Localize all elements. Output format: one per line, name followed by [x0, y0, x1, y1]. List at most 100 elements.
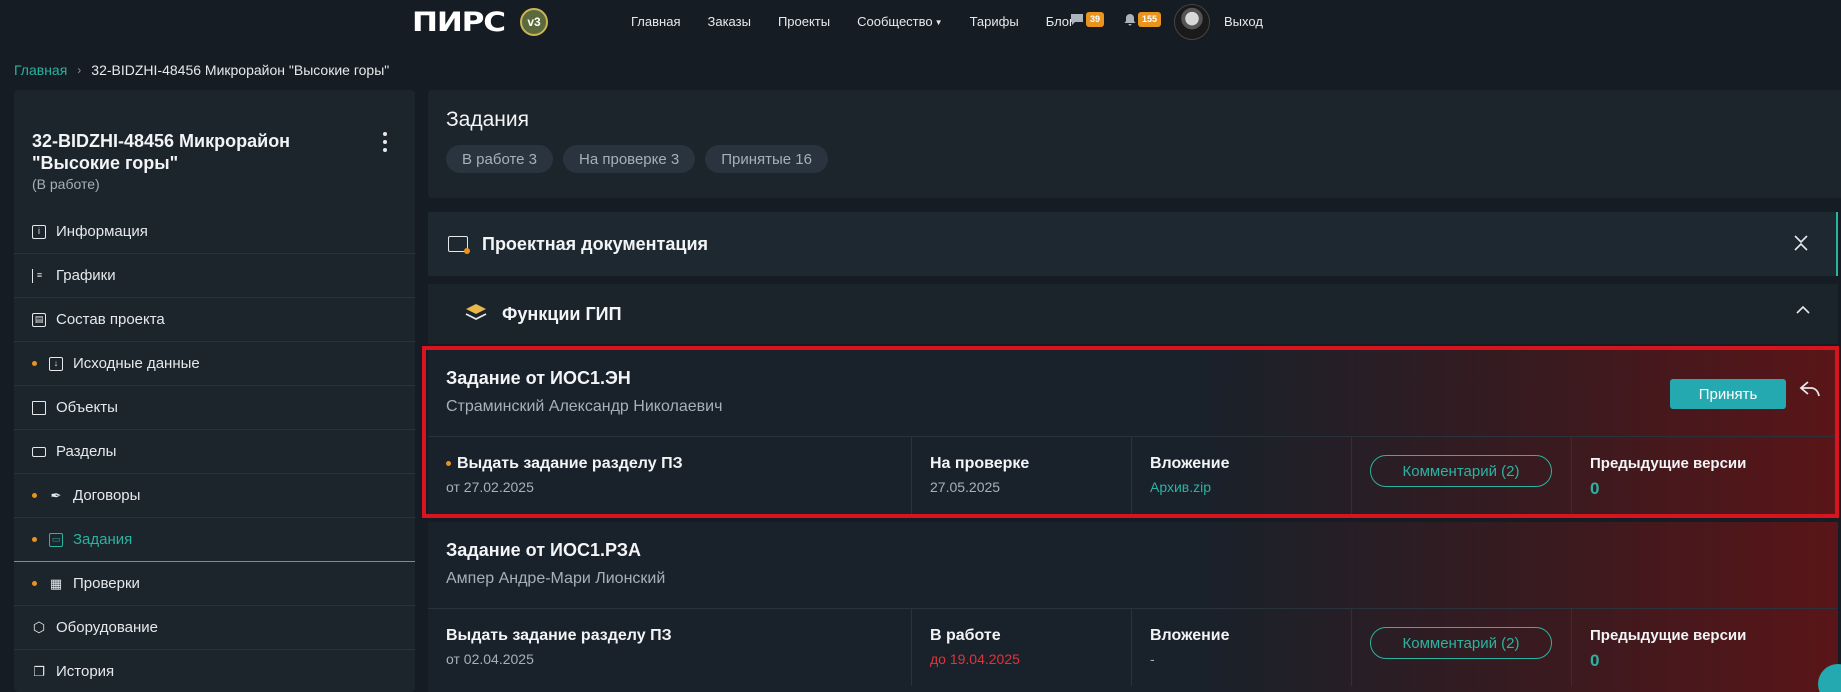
- sidebar-item-label: Графики: [56, 267, 116, 284]
- attachment-link[interactable]: Архив.zip: [1150, 479, 1211, 495]
- sidebar-item-checks[interactable]: ▦ Проверки: [14, 562, 415, 606]
- sidebar-item-tasks[interactable]: ▭ Задания: [14, 518, 415, 562]
- cube-icon: ⬡: [32, 619, 46, 635]
- stack-icon: [32, 400, 46, 415]
- sidebar-item-source-data[interactable]: ↓ Исходные данные: [14, 342, 415, 386]
- messages-button[interactable]: 39: [1070, 12, 1105, 27]
- task-name-label: Выдать задание разделу ПЗ: [457, 455, 683, 472]
- prev-versions-label: Предыдущие версии: [1590, 627, 1747, 644]
- status-label: На проверке: [930, 455, 1030, 472]
- sidebar-item-label: Проверки: [73, 575, 140, 592]
- tab-on-review[interactable]: На проверке 3: [563, 145, 696, 173]
- attachment-label: Вложение: [1150, 455, 1230, 472]
- sidebar-item-label: Объекты: [56, 399, 118, 416]
- task-name-cell: Выдать задание разделу ПЗ от 27.02.2025: [428, 437, 912, 514]
- status-dot: [32, 361, 37, 366]
- task-card: Задание от ИОС1.ЭН Страминский Александр…: [428, 350, 1838, 514]
- bell-icon: [1124, 14, 1136, 26]
- task-card: Задание от ИОС1.РЗА Ампер Андре-Мари Лио…: [428, 522, 1838, 692]
- logo[interactable]: ПИРС v3: [412, 6, 548, 38]
- status-dot: [32, 537, 37, 542]
- sidebar-item-charts[interactable]: ≡ Графики: [14, 254, 415, 298]
- status-cell: На проверке 27.05.2025: [912, 437, 1132, 514]
- sidebar-item-equipment[interactable]: ⬡ Оборудование: [14, 606, 415, 650]
- attachment-cell: Вложение -: [1132, 609, 1352, 686]
- collapse-icon[interactable]: [1792, 234, 1810, 254]
- task-tabs: В работе 3 На проверке 3 Принятые 16: [446, 145, 828, 173]
- tasks-header: Задания В работе 3 На проверке 3 Приняты…: [428, 90, 1841, 198]
- info-icon: i: [32, 224, 46, 239]
- status-dot: [32, 581, 37, 586]
- grid-icon: ▦: [49, 576, 63, 591]
- report-icon: ▤: [32, 312, 46, 327]
- page-title: Задания: [446, 108, 529, 131]
- more-vertical-icon[interactable]: [383, 132, 389, 152]
- tasks-icon: ▭: [49, 532, 63, 547]
- sidebar-menu: i Информация ≡ Графики ▤ Состав проекта …: [14, 210, 415, 692]
- task-name: Выдать задание разделу ПЗ: [446, 627, 672, 644]
- nav-link-projects[interactable]: Проекты: [778, 14, 830, 29]
- nav-link-community-label: Сообщество: [857, 13, 933, 29]
- status-dot: [446, 461, 451, 467]
- status-cell: В работе до 19.04.2025: [912, 609, 1132, 686]
- prev-versions-count[interactable]: 0: [1590, 479, 1599, 499]
- task-author: Ампер Андре-Мари Лионский: [446, 570, 666, 587]
- history-icon: ❐: [33, 664, 45, 679]
- attachment-label: Вложение: [1150, 627, 1230, 644]
- sidebar-item-label: Исходные данные: [73, 355, 200, 372]
- prev-versions-label: Предыдущие версии: [1590, 455, 1747, 472]
- nav-link-community[interactable]: Сообщество ▼: [857, 14, 942, 29]
- breadcrumb-home[interactable]: Главная: [14, 62, 67, 78]
- nav-links: Главная Заказы Проекты Сообщество ▼ Тариф…: [631, 0, 1101, 42]
- prev-versions-cell: Предыдущие версии 0: [1572, 609, 1838, 686]
- chevron-right-icon: ›: [77, 63, 82, 77]
- sidebar: 32-BIDZHI-48456 Микрорайон "Высокие горы…: [14, 90, 415, 692]
- section-gip-functions[interactable]: Функции ГИП: [428, 284, 1838, 344]
- sections-icon: [32, 446, 46, 457]
- folder-icon: [448, 236, 470, 254]
- notifications-count-badge: 155: [1138, 12, 1162, 27]
- task-date: от 02.04.2025: [446, 651, 534, 667]
- nav-link-orders[interactable]: Заказы: [707, 14, 750, 29]
- tab-in-progress[interactable]: В работе 3: [446, 145, 554, 173]
- tab-accepted[interactable]: Принятые 16: [705, 145, 828, 173]
- section-title: Функции ГИП: [502, 303, 622, 324]
- avatar[interactable]: [1174, 4, 1210, 40]
- logo-text: ПИРС: [412, 6, 506, 38]
- sidebar-item-label: Оборудование: [56, 619, 159, 636]
- task-title: Задание от ИОС1.РЗА: [446, 540, 642, 560]
- sidebar-item-label: Информация: [56, 223, 148, 240]
- notifications-button[interactable]: 155: [1124, 12, 1162, 27]
- sidebar-item-contracts[interactable]: ✒ Договоры: [14, 474, 415, 518]
- sidebar-item-objects[interactable]: Объекты: [14, 386, 415, 430]
- sidebar-item-label: История: [56, 663, 115, 680]
- sidebar-item-history[interactable]: ❐ История: [14, 650, 415, 692]
- nav-link-home[interactable]: Главная: [631, 14, 680, 29]
- pen-icon: ✒: [50, 488, 62, 503]
- sidebar-item-label: Договоры: [73, 487, 141, 504]
- task-date: от 27.02.2025: [446, 479, 534, 495]
- chevron-down-icon: ▼: [934, 17, 943, 27]
- attachment-value: -: [1150, 651, 1155, 667]
- sidebar-item-sections[interactable]: Разделы: [14, 430, 415, 474]
- messages-count-badge: 39: [1086, 12, 1105, 27]
- section-project-docs[interactable]: Проектная документация: [428, 212, 1838, 276]
- logout-link[interactable]: Выход: [1224, 14, 1263, 29]
- sidebar-item-info[interactable]: i Информация: [14, 210, 415, 254]
- reply-icon[interactable]: [1798, 380, 1822, 406]
- prev-versions-count[interactable]: 0: [1590, 651, 1599, 671]
- task-details-row: Выдать задание разделу ПЗ от 02.04.2025 …: [428, 608, 1838, 686]
- status-date: 27.05.2025: [930, 479, 1001, 495]
- sidebar-item-label: Задания: [73, 531, 133, 548]
- task-details-row: Выдать задание разделу ПЗ от 27.02.2025 …: [428, 436, 1838, 514]
- gantt-icon: ≡: [32, 268, 46, 283]
- comment-button[interactable]: Комментарий (2): [1370, 455, 1552, 487]
- comment-button[interactable]: Комментарий (2): [1370, 627, 1552, 659]
- sidebar-item-composition[interactable]: ▤ Состав проекта: [14, 298, 415, 342]
- task-title: Задание от ИОС1.ЭН: [446, 368, 631, 388]
- accept-button[interactable]: Принять: [1670, 379, 1786, 409]
- chevron-up-icon[interactable]: [1794, 302, 1812, 322]
- layers-icon: [464, 302, 488, 327]
- nav-link-tariffs[interactable]: Тарифы: [970, 14, 1019, 29]
- chat-icon: [1071, 14, 1083, 25]
